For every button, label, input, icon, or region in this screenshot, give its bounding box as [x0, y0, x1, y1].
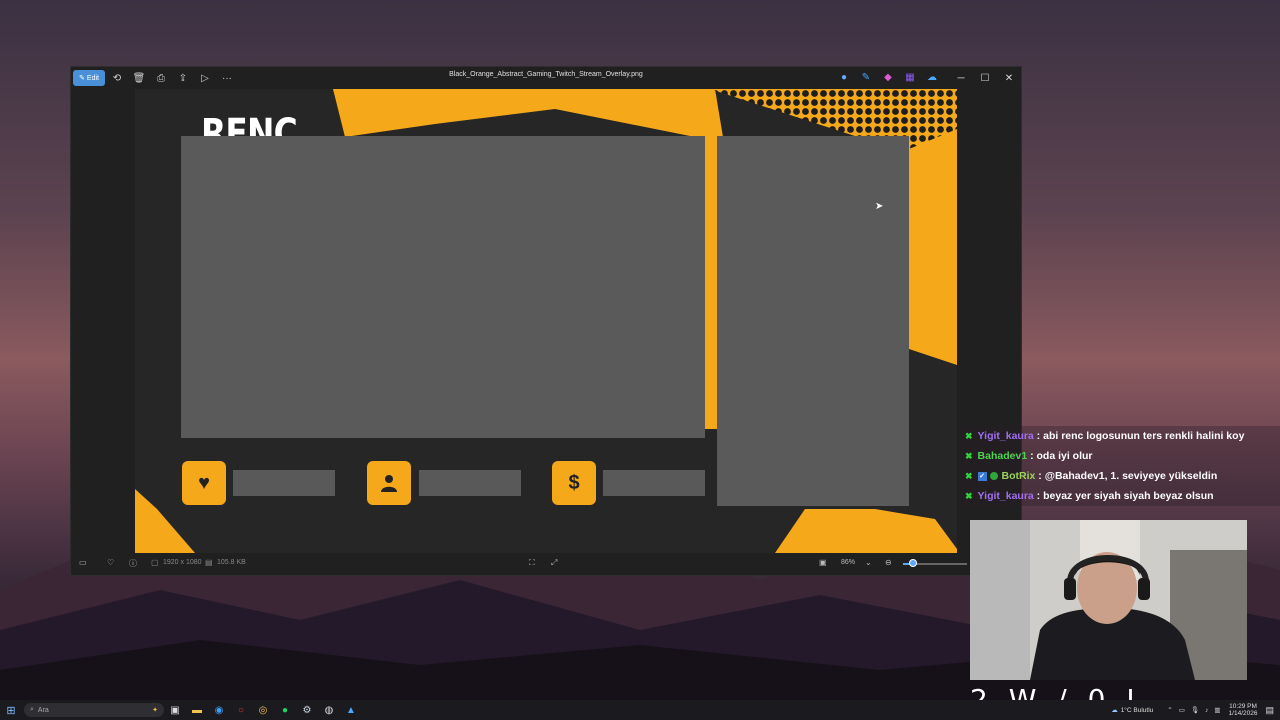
delete-icon[interactable]: 🗑	[129, 69, 149, 87]
slideshow-icon[interactable]: ▷	[195, 69, 215, 87]
system-tray: ☁ 1°C Bulutlu ⌃ ▭ 🎙 ♪ ▥ 10:29 PM 1/14/20…	[1111, 700, 1280, 720]
opera-icon[interactable]: ○	[230, 700, 252, 720]
edge-icon[interactable]: ◉	[208, 700, 230, 720]
microphone-icon[interactable]: 🎙	[1191, 706, 1199, 714]
moderator-badge-icon: ✖	[965, 470, 973, 481]
chat-username: Yigit_kaura	[977, 490, 1034, 502]
task-view-icon[interactable]: ▣	[164, 700, 186, 720]
filmstrip-icon[interactable]: ▭	[79, 558, 87, 567]
obs-icon[interactable]: ◍	[318, 700, 340, 720]
zoom-out-icon[interactable]: ⊖	[885, 558, 892, 567]
clipchamp-icon[interactable]: ▦	[903, 70, 917, 84]
weather-text[interactable]: 1°C Bulutlu	[1121, 707, 1154, 714]
close-button[interactable]: ✕	[997, 67, 1021, 89]
chat-message: ✖ Yigit_kaura : abi renc logosunun ters r…	[962, 426, 1280, 446]
search-icon: ⌕	[30, 706, 34, 713]
chat-text: abi renc logosunun ters renkli halini ko…	[1043, 430, 1245, 442]
webcam-feed	[970, 520, 1247, 680]
person-icon	[367, 461, 411, 505]
speaker-icon[interactable]: ♪	[1205, 707, 1208, 714]
maximize-button[interactable]: ☐	[973, 67, 997, 89]
taskbar-search[interactable]: ⌕ Ara ✦	[24, 703, 164, 717]
actual-size-icon[interactable]: ▣	[819, 558, 827, 567]
copilot-icon[interactable]: ●	[837, 70, 851, 84]
share-icon[interactable]: ⇪	[173, 69, 193, 87]
edit-label: Edit	[86, 74, 99, 82]
title-bar: ✎ Edit ⟲ 🗑 ⎙ ⇪ ▷ ··· Black_Orange_Abstra…	[71, 67, 1021, 89]
image-canvas[interactable]: RENC ♥ $ ➤	[135, 89, 957, 553]
clock-date: 1/14/2026	[1228, 710, 1258, 717]
rotate-icon[interactable]: ⟲	[107, 69, 127, 87]
bot-badge-icon: ✓	[977, 471, 987, 481]
chat-message: ✖ Yigit_kaura : beyaz yer siyah siyah bey…	[962, 486, 1280, 506]
image-dimensions: 1920 x 1080	[163, 559, 202, 566]
edit-button[interactable]: ✎ Edit	[73, 70, 105, 86]
zoom-level[interactable]: 86%	[841, 559, 855, 566]
info-icon[interactable]: ⓘ	[129, 558, 137, 569]
chat-separator: :	[1033, 430, 1044, 442]
moderator-badge-icon: ✖	[965, 430, 973, 441]
webcam-image	[970, 520, 1247, 680]
photos-app-window: ✎ Edit ⟲ 🗑 ⎙ ⇪ ▷ ··· Black_Orange_Abstra…	[70, 66, 1022, 576]
chat-text: @Bahadev1, 1. seviyeye yükseldin	[1044, 470, 1218, 482]
weather-icon: ☁	[1111, 707, 1118, 714]
file-explorer-icon[interactable]: ▬	[186, 700, 208, 720]
chevron-down-icon[interactable]: ⌄	[865, 558, 872, 567]
spotify-icon[interactable]: ●	[274, 700, 296, 720]
file-size: 105.8 KB	[217, 559, 246, 566]
moderator-badge-icon: ✖	[965, 450, 973, 461]
chat-text: oda iyi olur	[1036, 450, 1093, 462]
windows-start-icon[interactable]: ⊞	[0, 700, 22, 720]
taskbar: ⊞ ⌕ Ara ✦ ▣ ▬ ◉ ○ ◎ ● ⚙ ◍ ▲ ☁ 1°C Bulutl…	[0, 700, 1280, 720]
chat-username: Bahadev1	[977, 450, 1028, 462]
heart-icon: ♥	[182, 461, 226, 505]
chat-separator: :	[1035, 470, 1045, 482]
edit-icon: ✎	[79, 75, 85, 82]
chat-separator: :	[1033, 490, 1044, 502]
print-icon[interactable]: ⎙	[151, 69, 171, 87]
designer-icon[interactable]: ✎	[859, 70, 873, 84]
status-bar: ▭ ♡ ⓘ ▢ 1920 x 1080 ▤ 105.8 KB ⛶ ⤢ ▣ 86%…	[71, 553, 1021, 575]
minimize-button[interactable]: ─	[949, 67, 973, 89]
dollar-icon: $	[552, 461, 596, 505]
moderator-badge-icon: ✖	[965, 490, 973, 501]
chevron-up-icon[interactable]: ⌃	[1167, 706, 1172, 714]
filesize-icon: ▤	[205, 558, 213, 567]
chat-text: beyaz yer siyah siyah beyaz olsun	[1043, 490, 1214, 502]
network-icon[interactable]: ▥	[1214, 706, 1220, 714]
window-title: Black_Orange_Abstract_Gaming_Twitch_Stre…	[449, 71, 643, 78]
chat-frame-placeholder	[717, 136, 909, 506]
dimensions-icon: ▢	[151, 558, 159, 567]
chat-separator: :	[1027, 450, 1037, 462]
subscribers-bar	[419, 470, 521, 496]
fullscreen-icon[interactable]: ⤢	[551, 558, 557, 568]
window-controls: ─ ☐ ✕	[949, 67, 1021, 89]
steam-icon[interactable]: ⚙	[296, 700, 318, 720]
stream-chat: ✖ Yigit_kaura : abi renc logosunun ters r…	[962, 426, 1280, 506]
chat-message: ✖ Bahadev1 : oda iyi olur	[962, 446, 1280, 466]
onedrive-icon[interactable]: ☁	[925, 70, 939, 84]
photos-icon[interactable]: ▲	[340, 700, 362, 720]
mouse-cursor: ➤	[875, 201, 884, 212]
chat-username: Yigit_kaura	[977, 430, 1034, 442]
copilot-search-icon: ✦	[152, 707, 158, 714]
app-shortcuts: ● ✎ ◆ ▦ ☁	[837, 70, 939, 84]
favorite-icon[interactable]: ♡	[107, 558, 114, 567]
battery-icon[interactable]: ▭	[1179, 706, 1185, 714]
search-placeholder: Ara	[37, 706, 49, 714]
verified-badge-icon	[989, 472, 998, 480]
clock-time: 10:29 PM	[1229, 703, 1257, 710]
followers-bar	[233, 470, 335, 496]
notification-icon[interactable]: ▤	[1265, 705, 1274, 716]
donations-bar	[603, 470, 705, 496]
paint-icon[interactable]: ◆	[881, 70, 895, 84]
camera-frame-placeholder	[181, 136, 705, 438]
clock[interactable]: 10:29 PM 1/14/2026	[1229, 703, 1258, 717]
chat-message: ✖ ✓ BotRix : @Bahadev1, 1. seviyeye yüksel…	[962, 466, 1280, 486]
chrome-icon[interactable]: ◎	[252, 700, 274, 720]
zoom-slider-handle[interactable]	[908, 559, 917, 567]
more-icon[interactable]: ···	[217, 69, 237, 87]
fit-icon[interactable]: ⛶	[529, 558, 535, 568]
chat-username: BotRix	[1001, 470, 1036, 482]
